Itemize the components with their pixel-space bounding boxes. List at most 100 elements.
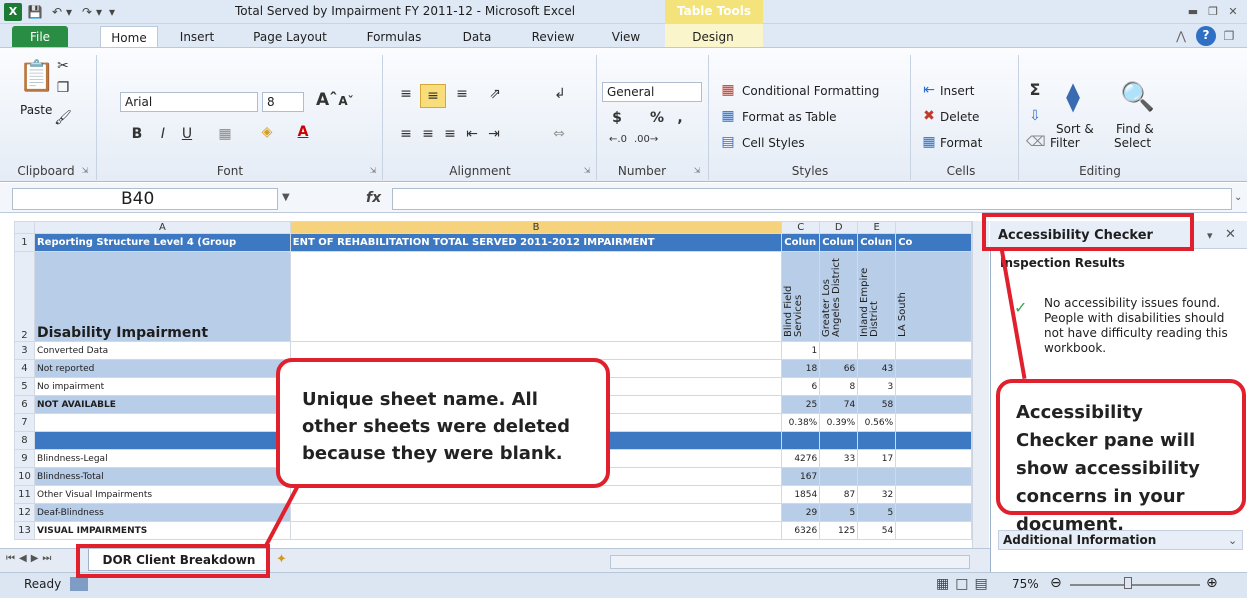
table-cell[interactable]: 66 bbox=[819, 359, 859, 378]
row-number[interactable]: 12 bbox=[14, 503, 35, 522]
row-number[interactable]: 6 bbox=[14, 395, 35, 414]
tab-data[interactable]: Data bbox=[455, 26, 499, 48]
table-header-cell[interactable]: Colun bbox=[781, 233, 821, 252]
help-icon[interactable]: ? bbox=[1196, 26, 1216, 46]
table-cell[interactable] bbox=[895, 503, 972, 522]
grow-font-icon[interactable]: Aˆ bbox=[316, 90, 338, 110]
table-cell[interactable]: Converted Data bbox=[33, 341, 291, 360]
format-as-table-button[interactable]: Format as Table bbox=[742, 110, 837, 124]
cell-styles-button[interactable]: Cell Styles bbox=[742, 136, 805, 150]
table-cell[interactable]: Disability Impairment bbox=[33, 251, 291, 342]
table-cell[interactable] bbox=[819, 341, 859, 360]
customize-qat-icon[interactable]: ▾ bbox=[106, 3, 118, 21]
table-cell[interactable] bbox=[289, 521, 783, 540]
table-cell[interactable]: 3 bbox=[857, 377, 897, 396]
clear-icon[interactable]: ⌫ bbox=[1026, 134, 1046, 150]
expand-formula-icon[interactable]: ⌄ bbox=[1234, 192, 1242, 203]
fill-icon[interactable]: ⇩ bbox=[1026, 108, 1044, 124]
select-label[interactable]: Select bbox=[1114, 136, 1151, 150]
table-row[interactable]: 13 VISUAL IMPAIRMENTS 6326 125 54 bbox=[14, 521, 972, 540]
minimize-icon[interactable]: ▬ bbox=[1185, 4, 1201, 20]
clipboard-launcher-icon[interactable]: ⇲ bbox=[80, 166, 90, 176]
align-bottom-icon[interactable]: ≡ bbox=[452, 86, 472, 102]
table-cell[interactable]: 0.39% bbox=[819, 413, 859, 432]
align-middle-icon[interactable]: ≡ bbox=[420, 84, 446, 108]
delete-cells-button[interactable]: Delete bbox=[940, 110, 979, 124]
column-header[interactable]: C bbox=[781, 221, 821, 234]
row-number[interactable]: 8 bbox=[14, 431, 35, 450]
fill-color-icon[interactable]: ◈ bbox=[258, 124, 276, 140]
cell-styles-icon[interactable]: ▤ bbox=[718, 134, 738, 150]
table-header-cell[interactable]: Colun bbox=[819, 233, 859, 252]
column-header[interactable]: E bbox=[857, 221, 897, 234]
table-header-cell[interactable]: Reporting Structure Level 4 (Group bbox=[33, 233, 291, 252]
close-icon[interactable]: ✕ bbox=[1225, 4, 1241, 20]
table-cell[interactable]: VISUAL IMPAIRMENTS bbox=[33, 521, 291, 540]
table-row[interactable]: 12 Deaf-Blindness 29 5 5 bbox=[14, 503, 972, 522]
pane-options-icon[interactable]: ▾ bbox=[1207, 229, 1213, 242]
underline-button[interactable]: U bbox=[180, 126, 194, 142]
align-left-icon[interactable]: ≡ bbox=[396, 126, 416, 142]
macro-record-icon[interactable] bbox=[70, 577, 88, 591]
expand-icon[interactable]: ⌄ bbox=[1228, 534, 1237, 547]
table-cell[interactable] bbox=[33, 413, 291, 432]
table-cell[interactable]: 17 bbox=[857, 449, 897, 468]
table-cell[interactable]: NOT AVAILABLE bbox=[33, 395, 291, 414]
table-cell[interactable]: 5 bbox=[857, 503, 897, 522]
table-cell[interactable]: Inland Empire District bbox=[857, 251, 897, 342]
font-launcher-icon[interactable]: ⇲ bbox=[368, 166, 378, 176]
increase-indent-icon[interactable]: ⇥ bbox=[484, 126, 504, 142]
table-cell[interactable]: 6326 bbox=[781, 521, 821, 540]
table-cell[interactable]: Greater Los Angeles District bbox=[819, 251, 859, 342]
table-cell[interactable] bbox=[289, 341, 783, 360]
restore-icon[interactable]: ❐ bbox=[1205, 4, 1221, 20]
align-center-icon[interactable]: ≡ bbox=[418, 126, 438, 142]
cut-icon[interactable]: ✂ bbox=[54, 58, 72, 74]
conditional-formatting-icon[interactable]: ▦ bbox=[718, 82, 738, 98]
save-icon[interactable]: 💾 bbox=[26, 3, 44, 21]
table-cell[interactable]: 0.38% bbox=[781, 413, 821, 432]
zoom-level[interactable]: 75% bbox=[1012, 577, 1039, 591]
pane-close-icon[interactable]: ✕ bbox=[1225, 227, 1236, 242]
tab-file[interactable]: File bbox=[12, 26, 68, 48]
row-number[interactable]: 10 bbox=[14, 467, 35, 486]
tab-page-layout[interactable]: Page Layout bbox=[244, 26, 336, 48]
decrease-indent-icon[interactable]: ⇤ bbox=[462, 126, 482, 142]
table-cell[interactable] bbox=[895, 485, 972, 504]
filter-label[interactable]: Filter bbox=[1050, 136, 1080, 150]
column-header[interactable]: A bbox=[33, 221, 291, 234]
decrease-decimal-icon[interactable]: .00→ bbox=[634, 134, 658, 145]
row-number[interactable]: 2 bbox=[14, 251, 35, 342]
wrap-text-icon[interactable]: ↲ bbox=[550, 86, 570, 102]
row-number[interactable]: 9 bbox=[14, 449, 35, 468]
align-right-icon[interactable]: ≡ bbox=[440, 126, 460, 142]
insert-cells-button[interactable]: Insert bbox=[940, 84, 974, 98]
format-cells-icon[interactable]: ▦ bbox=[920, 134, 938, 150]
view-buttons-icon[interactable]: ▦□▤ bbox=[936, 576, 994, 592]
table-cell[interactable] bbox=[857, 341, 897, 360]
column-header[interactable]: B bbox=[289, 221, 783, 234]
formula-input[interactable] bbox=[392, 188, 1232, 210]
delete-cells-icon[interactable]: ✖ bbox=[920, 108, 938, 124]
sort-label[interactable]: Sort & bbox=[1056, 122, 1094, 136]
table-cell[interactable] bbox=[857, 431, 897, 450]
italic-button[interactable]: I bbox=[156, 126, 170, 142]
find-select-icon[interactable]: 🔍 bbox=[1120, 78, 1155, 118]
table-cell[interactable] bbox=[781, 431, 821, 450]
table-cell[interactable]: 167 bbox=[781, 467, 821, 486]
row-number[interactable]: 1 bbox=[14, 233, 35, 252]
table-cell[interactable] bbox=[895, 521, 972, 540]
table-cell[interactable]: 58 bbox=[857, 395, 897, 414]
table-cell[interactable] bbox=[819, 467, 859, 486]
tab-formulas[interactable]: Formulas bbox=[356, 26, 432, 48]
sort-filter-icon[interactable]: ⧫ bbox=[1056, 78, 1090, 118]
insert-function-icon[interactable]: fx bbox=[366, 190, 381, 206]
paste-icon[interactable]: 📋 bbox=[18, 58, 55, 98]
number-format-combo[interactable]: General bbox=[602, 82, 702, 102]
table-cell[interactable] bbox=[289, 485, 783, 504]
row-number[interactable]: 13 bbox=[14, 521, 35, 540]
table-cell[interactable]: 6 bbox=[781, 377, 821, 396]
format-as-table-icon[interactable]: ▦ bbox=[718, 108, 738, 124]
table-cell[interactable]: 8 bbox=[819, 377, 859, 396]
table-cell[interactable]: 4276 bbox=[781, 449, 821, 468]
